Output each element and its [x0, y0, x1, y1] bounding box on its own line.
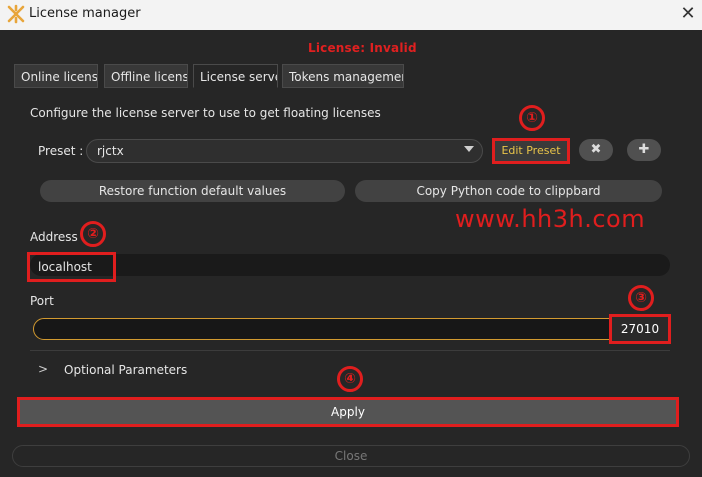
copy-python-button[interactable]: Copy Python code to clippbard — [355, 180, 662, 202]
optional-parameters-toggle[interactable]: Optional Parameters — [64, 363, 187, 377]
close-button[interactable]: Close — [12, 445, 690, 467]
add-preset-icon[interactable]: ✚ — [627, 139, 661, 161]
chevron-right-icon[interactable]: > — [38, 362, 48, 376]
chevron-down-icon[interactable] — [464, 146, 474, 152]
delete-preset-icon[interactable]: ✖ — [579, 139, 613, 161]
tab-license-server[interactable]: License server — [193, 64, 278, 88]
port-field-track[interactable] — [33, 318, 667, 340]
license-status: License: Invalid — [308, 41, 417, 55]
restore-defaults-button[interactable]: Restore function default values — [40, 180, 345, 202]
app-logo-icon — [7, 4, 25, 24]
marker-1-badge: ① — [519, 105, 545, 131]
section-divider — [30, 350, 670, 351]
server-description: Configure the license server to use to g… — [30, 106, 381, 120]
window-title: License manager — [29, 6, 141, 21]
apply-button[interactable]: Apply — [17, 397, 679, 427]
address-label: Address — [30, 230, 78, 244]
edit-preset-button[interactable]: Edit Preset — [492, 138, 570, 164]
address-input[interactable]: localhost — [27, 252, 116, 282]
tab-tokens-management[interactable]: Tokens management — [282, 64, 404, 88]
marker-3-badge: ③ — [628, 285, 654, 311]
watermark-text: www.hh3h.com — [455, 205, 646, 233]
tab-offline-license[interactable]: Offline license — [104, 64, 188, 88]
window-close-icon[interactable]: ✕ — [678, 3, 698, 25]
preset-dropdown[interactable]: rjctx — [86, 139, 483, 163]
marker-2-badge: ② — [80, 221, 106, 247]
address-field-track[interactable] — [30, 254, 670, 276]
tab-online-license[interactable]: Online license — [14, 64, 98, 88]
preset-label: Preset : — [38, 144, 84, 158]
marker-4-badge: ④ — [337, 366, 363, 392]
port-input[interactable]: 27010 — [609, 314, 671, 344]
port-label: Port — [30, 294, 54, 308]
